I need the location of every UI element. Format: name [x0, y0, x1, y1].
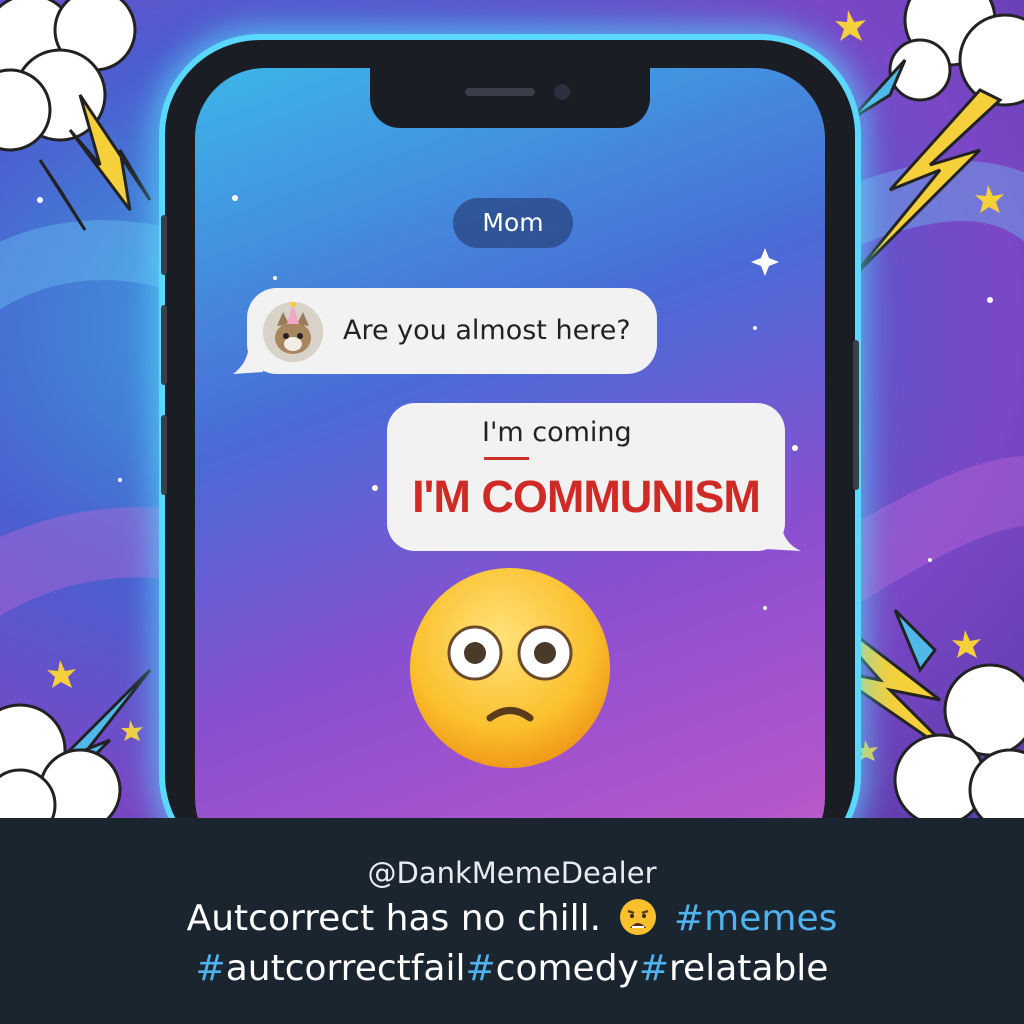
autocorrected-message-text: I'M COMMUNISM [412, 471, 761, 522]
caption-bar: @DankMemeDealer Autcorrect has no chill.… [0, 818, 1024, 1024]
caption-line-2: #autcorrectfail#comedy#relatable [0, 948, 1024, 989]
phone-side-button [161, 215, 167, 275]
phone-frame: Mom Are you almost here? I'm coming I'M … [161, 40, 859, 818]
lightning-cloud-top-left-icon [0, 0, 152, 231]
outgoing-message-bubble[interactable]: I'm coming I'M COMMUNISM [387, 403, 801, 551]
phone-volume-down-button [161, 415, 167, 495]
anguished-face-emoji-icon [619, 899, 656, 935]
hashtag-relatable[interactable]: #relatable [639, 948, 829, 989]
incoming-message-bubble[interactable]: Are you almost here? [233, 288, 657, 374]
author-handle[interactable]: @DankMemeDealer [0, 856, 1024, 890]
hashtag-comedy[interactable]: #comedy [466, 948, 639, 989]
lightning-cloud-top-right-icon [835, 0, 1024, 282]
spellcheck-underline [484, 457, 529, 460]
phone-volume-up-button [161, 305, 167, 385]
hashtag-memes[interactable]: #memes [674, 898, 837, 939]
bubble-tail [233, 346, 263, 374]
cat-party-hat-avatar-icon[interactable] [263, 302, 323, 362]
incoming-message-text: Are you almost here? [343, 315, 631, 346]
typed-message-text: I'm coming [482, 417, 632, 448]
chat-screen: Mom Are you almost here? I'm coming I'M … [195, 68, 825, 818]
flushed-face-emoji-icon [410, 568, 610, 768]
background-art: Mom Are you almost here? I'm coming I'M … [0, 0, 1024, 818]
phone-power-button [853, 340, 859, 490]
contact-name-pill[interactable]: Mom [453, 198, 573, 248]
hashtag-autcorrectfail[interactable]: #autcorrectfail [196, 948, 466, 989]
caption-line-1: Autcorrect has no chill. #memes [0, 898, 1024, 939]
caption-text: Autcorrect has no chill. [186, 898, 602, 939]
lightning-cloud-bottom-left-icon [0, 660, 152, 818]
bubble-tail [765, 523, 801, 551]
